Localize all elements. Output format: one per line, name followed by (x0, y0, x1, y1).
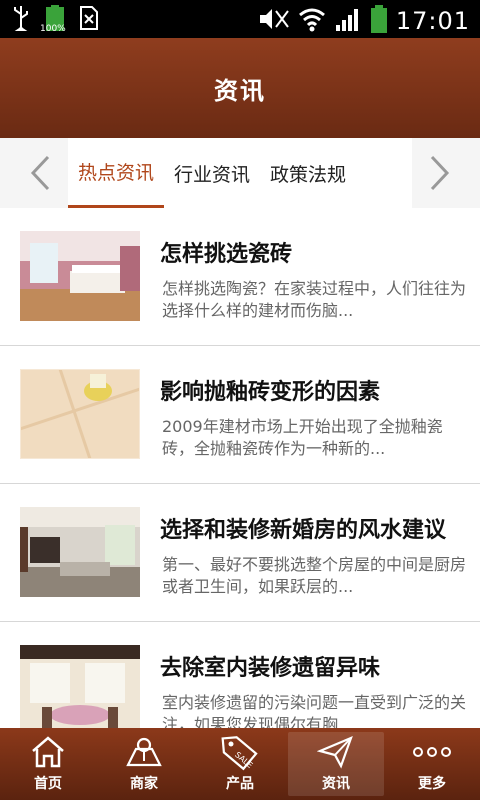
nav-label: 首页 (34, 776, 62, 792)
list-item[interactable]: 去除室内装修遗留异味 室内装修遗留的污染问题一直受到广泛的关注，如果您发现偶尔有… (0, 622, 480, 728)
tab-label: 热点资讯 (78, 162, 155, 184)
nav-news[interactable]: 资讯 (288, 732, 384, 796)
article-thumbnail (20, 507, 140, 597)
tab-label: 政策法规 (270, 163, 347, 186)
article-title: 选择和装修新婚房的风水建议 (160, 518, 447, 543)
tab-industry-news[interactable]: 行业资讯 (164, 138, 260, 208)
nav-label: 产品 (226, 776, 254, 792)
usb-icon (10, 4, 32, 36)
nav-label: 资讯 (322, 776, 350, 792)
send-icon (317, 735, 355, 769)
list-item[interactable]: 影响抛釉砖变形的因素 2009年建材市场上开始出现了全抛釉瓷砖，全抛釉瓷砖作为一… (0, 346, 480, 484)
nav-label: 更多 (418, 776, 446, 792)
tab-bar: 热点资讯 行业资讯 政策法规 (0, 138, 480, 209)
nav-home[interactable]: 首页 (0, 728, 96, 800)
nav-merchant[interactable]: 商家 (96, 728, 192, 800)
nav-more[interactable]: 更多 (384, 728, 480, 800)
article-title: 去除室内装修遗留异味 (160, 656, 381, 681)
nav-products[interactable]: SALE 产品 (192, 728, 288, 800)
tab-scroll-right-button[interactable] (418, 150, 462, 196)
signal-icon (334, 5, 362, 37)
tabs-container: 热点资讯 行业资讯 政策法规 (68, 138, 412, 208)
article-title: 怎样挑选瓷砖 (160, 242, 293, 267)
article-thumbnail (19, 368, 141, 460)
header-bar: 资讯 (0, 38, 480, 138)
sim-icon (78, 5, 100, 35)
status-time: 17:01 (395, 7, 470, 35)
wifi-icon (298, 5, 326, 37)
more-icon (412, 735, 452, 769)
article-summary: 第一、最好不要挑选整个房屋的中间是厨房或者卫生间，如果跃层的... (162, 555, 467, 596)
article-summary: 室内装修遗留的污染问题一直受到广泛的关注，如果您发现偶尔有胸... (162, 693, 467, 728)
tab-scroll-left-button[interactable] (18, 150, 62, 196)
article-summary: 2009年建材市场上开始出现了全抛釉瓷砖，全抛釉瓷砖作为一种新的... (162, 417, 443, 458)
list-item[interactable]: 选择和装修新婚房的风水建议 第一、最好不要挑选整个房屋的中间是厨房或者卫生间，如… (0, 484, 480, 622)
tab-label: 行业资讯 (174, 163, 251, 186)
article-title: 影响抛釉砖变形的因素 (160, 380, 381, 405)
battery-full-icon (370, 4, 388, 38)
article-summary: 怎样挑选陶瓷？在家装过程中，人们往往为选择什么样的建材而伤脑... (162, 279, 467, 320)
home-icon (30, 735, 66, 769)
chevron-left-icon (30, 155, 50, 191)
sale-tag-icon: SALE (220, 735, 260, 771)
battery-icon: 100% (40, 5, 68, 35)
bottom-nav: 首页 商家 SALE 产品 资讯 更多 (0, 728, 480, 800)
page-title: 资讯 (214, 76, 266, 105)
merchant-icon (124, 735, 164, 769)
mute-icon (258, 5, 290, 37)
tab-policy[interactable]: 政策法规 (260, 138, 356, 208)
tab-hot-news[interactable]: 热点资讯 (68, 138, 165, 208)
article-list: 怎样挑选瓷砖 怎样挑选陶瓷？在家装过程中，人们往往为选择什么样的建材而伤脑...… (0, 208, 480, 728)
nav-label: 商家 (130, 776, 158, 792)
list-item[interactable]: 怎样挑选瓷砖 怎样挑选陶瓷？在家装过程中，人们往往为选择什么样的建材而伤脑... (0, 208, 480, 346)
status-bar: 100% 17:01 (0, 0, 480, 38)
chevron-right-icon (430, 155, 450, 191)
battery-percent-label: 100% (40, 24, 66, 34)
article-thumbnail (20, 231, 140, 321)
article-thumbnail (20, 645, 140, 728)
